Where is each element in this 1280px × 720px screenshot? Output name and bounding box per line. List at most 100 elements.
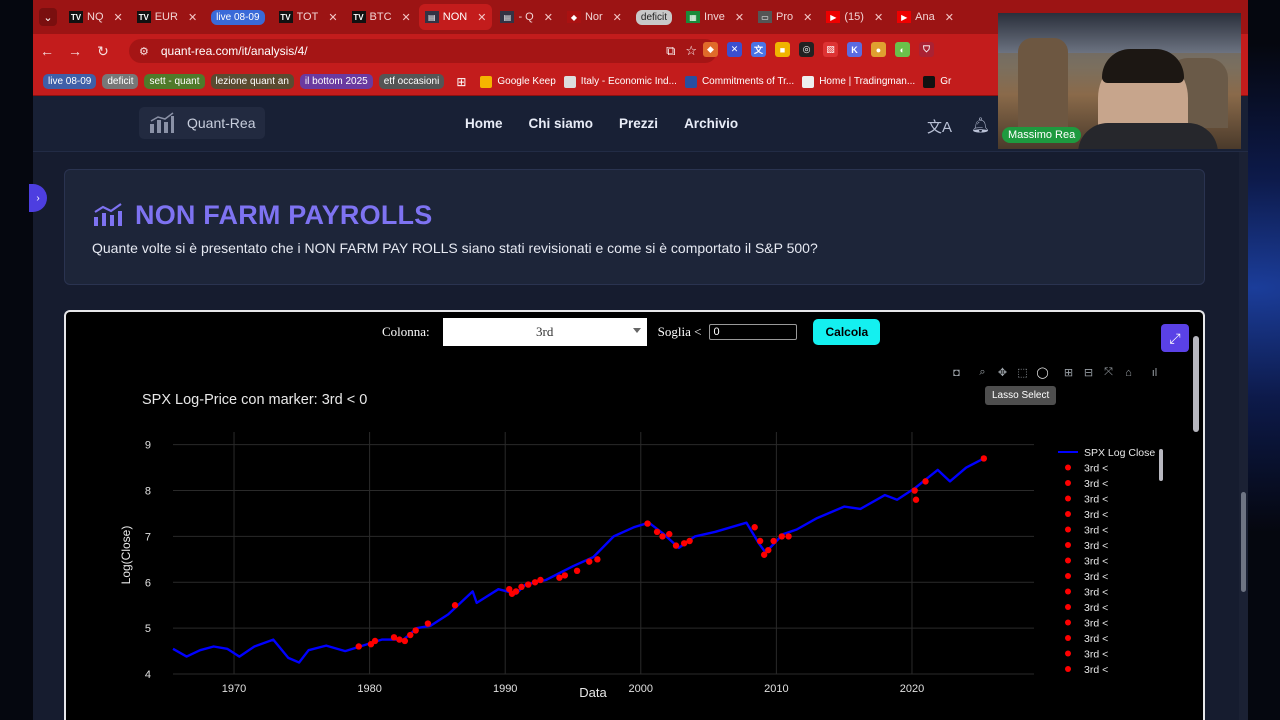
zoom-out-icon[interactable]: ⊟ (1082, 366, 1095, 379)
tab-close-icon[interactable]: ✕ (114, 11, 123, 24)
bookmark-link[interactable]: Google Keep (480, 75, 556, 88)
sidebar-toggle-icon[interactable]: › (29, 184, 47, 212)
translate-icon[interactable]: 文 (751, 42, 766, 57)
camera-icon[interactable]: ◘ (950, 366, 963, 379)
keep-icon[interactable]: ■ (775, 42, 790, 57)
analytics-icon (94, 203, 122, 226)
shield-icon[interactable]: ⛉ (919, 42, 934, 57)
browser-tab[interactable]: deficit (630, 4, 678, 30)
soglia-input[interactable] (709, 324, 798, 340)
nav-home[interactable]: Home (465, 116, 503, 131)
bookmark-link[interactable]: Home | Tradingman... (802, 75, 915, 88)
tab-close-icon[interactable]: ✕ (544, 11, 553, 24)
page-scrollbar-thumb[interactable] (1241, 492, 1246, 592)
legend-scrollbar[interactable] (1159, 449, 1163, 481)
marker-point (561, 572, 569, 579)
forward-icon[interactable]: → (61, 43, 89, 59)
browser-tab[interactable]: ▤ NON ✕ (418, 4, 493, 30)
marker-point (537, 576, 544, 584)
tab-group-label[interactable]: live 08-09 (211, 9, 265, 25)
legend-entry: 3rd < (1084, 540, 1108, 552)
browser-tab[interactable]: TV NQ ✕ (63, 4, 129, 30)
marker-point (451, 602, 459, 609)
tab-search-icon[interactable]: ⌄ (39, 8, 57, 26)
pan-icon[interactable]: ✥ (996, 366, 1009, 379)
browser-tab[interactable]: TV BTC ✕ (346, 4, 417, 30)
bookmark-star-icon[interactable]: ⧉☆ (666, 43, 707, 59)
browser-tab[interactable]: ▭ Pro ✕ (752, 4, 818, 30)
site-logo[interactable]: Quant-Rea (139, 107, 265, 139)
bookmark-group[interactable]: sett - quant (144, 74, 205, 89)
tab-close-icon[interactable]: ✕ (328, 11, 337, 24)
bookmark-group[interactable]: etf occasioni (378, 74, 445, 89)
browser-tab[interactable]: ▤ - Q ✕ (494, 4, 559, 30)
bookmark-link[interactable]: Commitments of Tr... (684, 75, 794, 88)
tab-close-icon[interactable]: ✕ (874, 11, 883, 24)
extension-icon[interactable]: ◐ (895, 42, 910, 57)
browser-tab[interactable]: live 08-09 (205, 4, 270, 30)
zoom-icon[interactable]: ⌕ (976, 366, 989, 379)
extension-icon[interactable]: ● (871, 42, 886, 57)
browser-tab[interactable]: TV TOT ✕ (273, 4, 344, 30)
tab-close-icon[interactable]: ✕ (402, 11, 411, 24)
tab-close-icon[interactable]: ✕ (188, 11, 197, 24)
bookmark-link[interactable]: Italy - Economic Ind... (563, 75, 677, 88)
box-select-icon[interactable]: ⬚ (1016, 366, 1029, 379)
bookmark-favicon-icon (563, 75, 576, 88)
page-subtitle: Quante volte si è presentato che i NON F… (92, 240, 818, 256)
bookmark-group[interactable]: il bottom 2025 (299, 74, 373, 89)
lasso-select-icon[interactable]: ◯ (1036, 366, 1049, 379)
marker-point (390, 634, 398, 641)
browser-tab[interactable]: ▶ Ana ✕ (891, 4, 960, 30)
legend-entry: 3rd < (1084, 463, 1108, 475)
bookmark-group[interactable]: lezione quant an (210, 74, 294, 89)
plot-scrollbar[interactable] (1193, 336, 1199, 432)
tab-close-icon[interactable]: ✕ (613, 11, 622, 24)
tab-close-icon[interactable]: ✕ (735, 11, 744, 24)
tab-close-icon[interactable]: ✕ (945, 11, 954, 24)
browser-tab[interactable]: ◆ Nor ✕ (561, 4, 628, 30)
calcola-button[interactable]: Calcola (813, 319, 881, 345)
language-icon[interactable]: 文A (927, 116, 952, 137)
bookmark-link[interactable]: Gr (923, 75, 951, 88)
browser-tab[interactable]: ▦ Inve ✕ (680, 4, 750, 30)
tab-title: (15) (844, 11, 864, 23)
tab-favicon-icon: ▤ (500, 11, 515, 23)
extension-icon[interactable]: ▧ (823, 42, 838, 57)
plotly-logo-icon[interactable]: ıl (1148, 366, 1161, 379)
y-tick-label: 4 (145, 669, 151, 681)
nav-prezzi[interactable]: Prezzi (619, 116, 658, 131)
bookmark-group[interactable]: live 08-09 (43, 74, 97, 89)
nav-archivio[interactable]: Archivio (684, 116, 738, 131)
colonna-select[interactable]: 3rd (442, 318, 647, 346)
chart-title: SPX Log-Price con marker: 3rd < 0 (142, 392, 367, 408)
extension-icon[interactable]: ✕ (727, 42, 742, 57)
back-icon[interactable]: ← (33, 43, 61, 59)
tab-close-icon[interactable]: ✕ (477, 11, 486, 24)
site-info-icon[interactable]: ⚙ (139, 45, 149, 58)
browser-tab[interactable]: TV EUR ✕ (131, 4, 203, 30)
apps-grid-icon[interactable]: ⊞ (456, 75, 466, 89)
extension-icon[interactable]: ◎ (799, 42, 814, 57)
fullscreen-icon[interactable]: ⤢ (1161, 324, 1189, 352)
tab-group-label[interactable]: deficit (635, 9, 673, 25)
home-icon[interactable]: ⌂ (1122, 366, 1135, 379)
autoscale-icon[interactable]: ⤧ (1102, 366, 1115, 379)
address-bar[interactable]: ⚙ quant-rea.com/it/analysis/4/ ⧉☆ (129, 39, 717, 63)
x-tick-label: 2000 (629, 683, 653, 695)
nav-chi-siamo[interactable]: Chi siamo (529, 116, 594, 131)
marker-point (371, 637, 379, 645)
bell-icon[interactable]: 🔔︎ (971, 116, 990, 134)
tab-close-icon[interactable]: ✕ (803, 11, 812, 24)
marker-point (680, 540, 688, 547)
bookmark-group[interactable]: deficit (102, 74, 139, 89)
reload-icon[interactable]: ↻ (89, 43, 117, 60)
extension-icon[interactable]: ◆ (703, 42, 718, 57)
page-scrollbar[interactable] (1239, 152, 1248, 720)
tab-favicon-icon: ▦ (686, 11, 701, 23)
zoom-in-icon[interactable]: ⊞ (1062, 366, 1075, 379)
soglia-label: Soglia < (657, 324, 702, 339)
extension-icon[interactable]: K (847, 42, 862, 57)
legend-swatch-marker (1065, 604, 1071, 610)
browser-tab[interactable]: ▶ (15) ✕ (820, 4, 889, 30)
